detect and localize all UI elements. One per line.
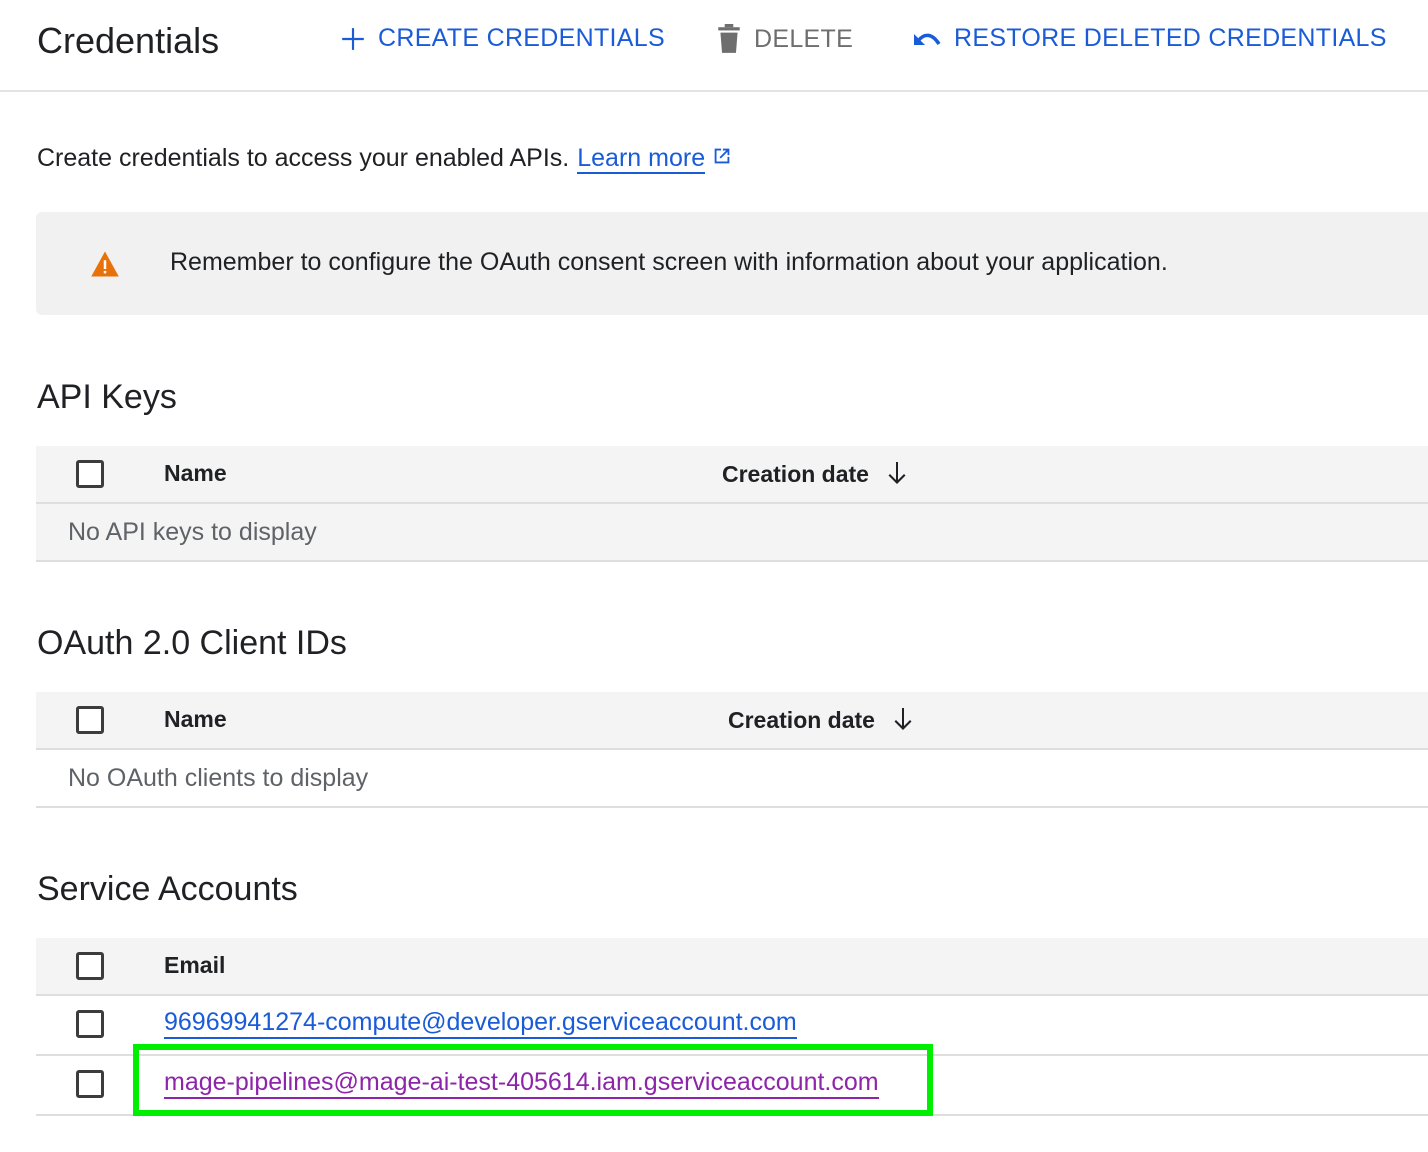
delete-label: DELETE: [754, 24, 854, 53]
api-keys-table: Name Creation date No API keys to displa…: [36, 446, 1428, 562]
table-row: 96969941274-compute@developer.gserviceac…: [36, 996, 1428, 1056]
learn-more-link[interactable]: Learn more: [577, 144, 706, 174]
trash-icon: [718, 24, 740, 53]
create-credentials-label: CREATE CREDENTIALS: [378, 24, 665, 52]
table-header: Name Creation date: [36, 446, 1428, 504]
restore-label: RESTORE DELETED CREDENTIALS: [954, 24, 1387, 52]
column-name[interactable]: Name: [164, 460, 227, 487]
table-header: Email: [36, 938, 1428, 996]
api-keys-title: API Keys: [37, 378, 177, 416]
oauth-clients-table: Name Creation date No OAuth clients to d…: [36, 692, 1428, 808]
empty-row: No OAuth clients to display: [36, 750, 1428, 808]
service-account-email-link[interactable]: 96969941274-compute@developer.gserviceac…: [164, 1008, 797, 1039]
oauth-warning-banner: Remember to configure the OAuth consent …: [36, 212, 1428, 315]
banner-message: Remember to configure the OAuth consent …: [170, 248, 1168, 276]
intro-text: Create credentials to access your enable…: [37, 144, 570, 172]
column-creation-date[interactable]: Creation date: [728, 706, 915, 738]
plus-icon: [342, 27, 364, 50]
delete-button[interactable]: DELETE: [716, 24, 853, 54]
table-row: mage-pipelines@mage-ai-test-405614.iam.g…: [36, 1056, 1428, 1116]
arrow-down-icon[interactable]: [891, 706, 915, 738]
column-creation-date[interactable]: Creation date: [722, 460, 909, 492]
table-header: Name Creation date: [36, 692, 1428, 750]
column-name[interactable]: Name: [164, 706, 227, 733]
intro-text-row: Create credentials to access your enable…: [37, 144, 733, 174]
select-all-checkbox[interactable]: [76, 952, 104, 980]
undo-icon: [914, 33, 941, 45]
warning-icon: [91, 251, 119, 277]
toolbar: Credentials CREATE CREDENTIALS DELETE RE…: [0, 0, 1428, 92]
row-checkbox[interactable]: [76, 1010, 104, 1038]
restore-deleted-credentials-button[interactable]: RESTORE DELETED CREDENTIALS: [910, 24, 1387, 53]
service-accounts-title: Service Accounts: [37, 870, 298, 908]
arrow-down-icon[interactable]: [885, 460, 909, 492]
page-title: Credentials: [37, 20, 220, 61]
empty-row: No API keys to display: [36, 504, 1428, 562]
empty-message: No API keys to display: [68, 518, 317, 546]
oauth-clients-title: OAuth 2.0 Client IDs: [37, 624, 347, 662]
create-credentials-button[interactable]: CREATE CREDENTIALS: [340, 24, 665, 53]
select-all-checkbox[interactable]: [76, 460, 104, 488]
column-email[interactable]: Email: [164, 952, 225, 979]
service-accounts-table: Email 96969941274-compute@developer.gser…: [36, 938, 1428, 1116]
select-all-checkbox[interactable]: [76, 706, 104, 734]
row-checkbox[interactable]: [76, 1070, 104, 1098]
service-account-email-link[interactable]: mage-pipelines@mage-ai-test-405614.iam.g…: [164, 1068, 879, 1099]
external-link-icon[interactable]: [711, 145, 733, 174]
empty-message: No OAuth clients to display: [68, 764, 369, 792]
